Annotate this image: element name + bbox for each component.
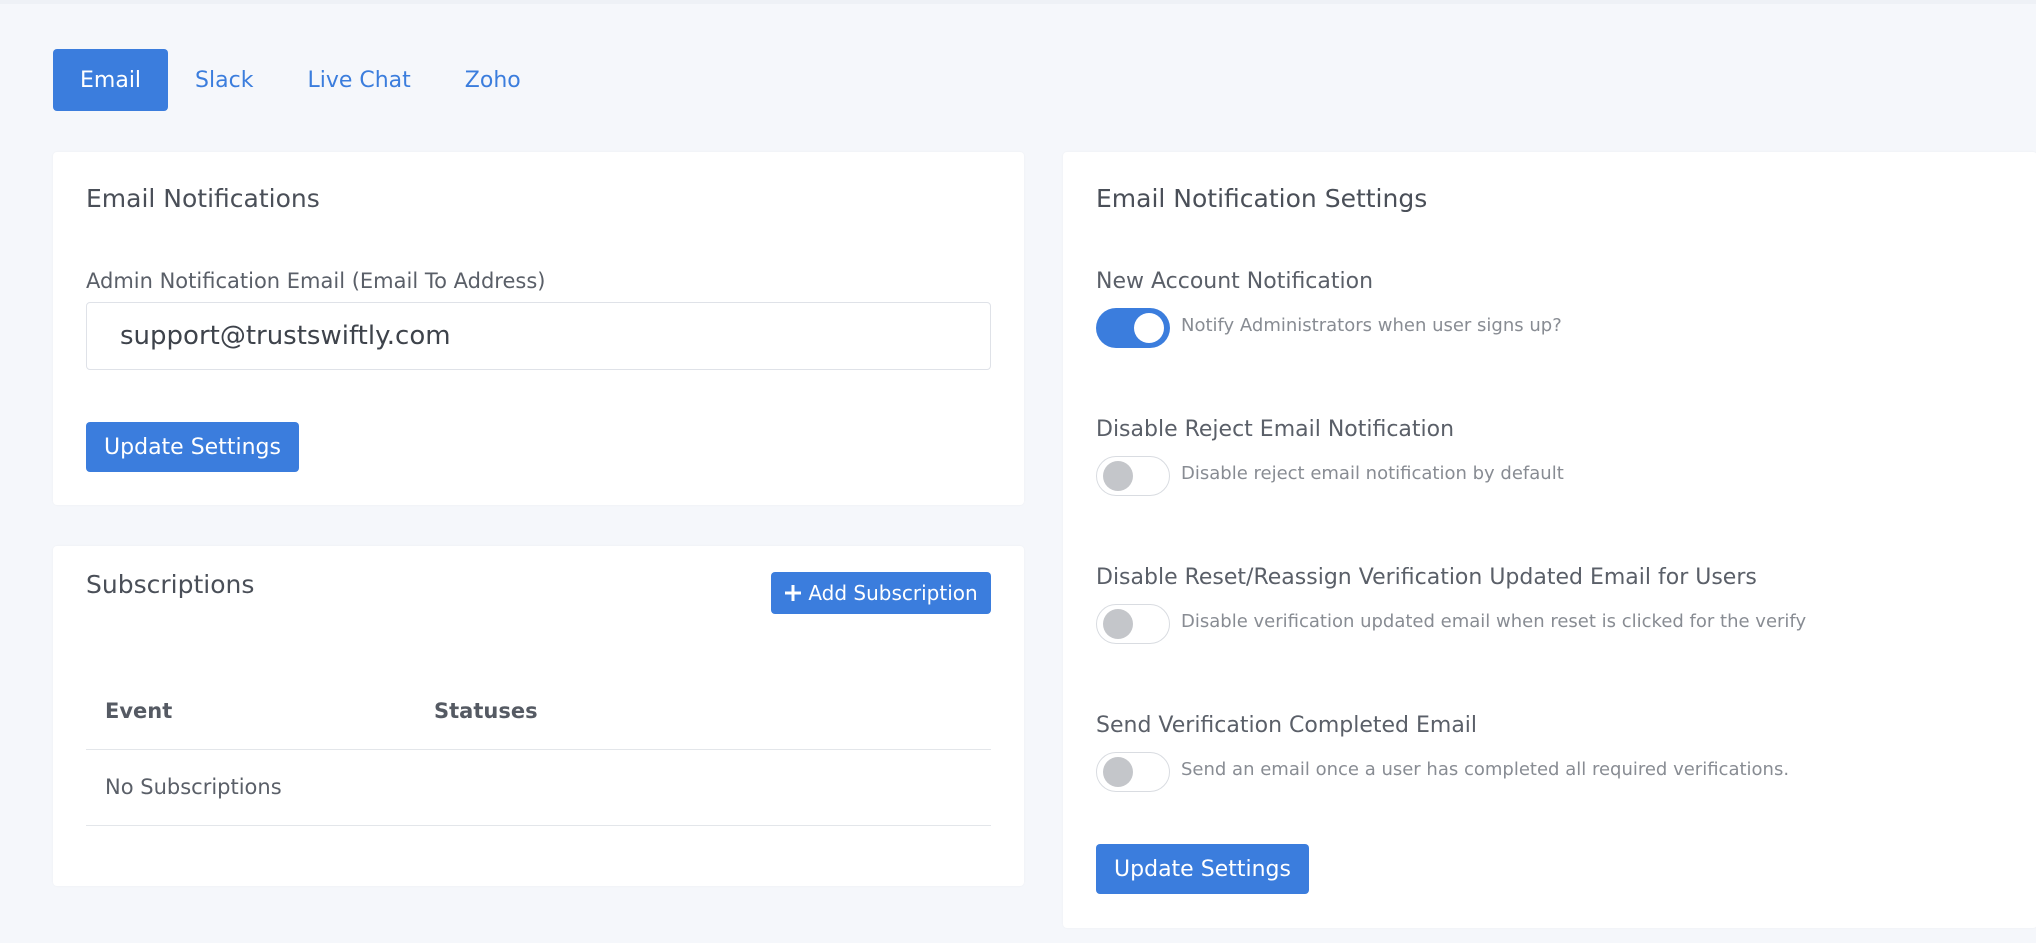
setting-disable-reset-title: Disable Reset/Reassign Verification Upda… (1096, 565, 1757, 590)
setting-verification-completed-title: Send Verification Completed Email (1096, 713, 1478, 738)
setting-disable-reset-desc: Disable verification updated email when … (1181, 611, 1807, 632)
setting-verification-completed-desc: Send an email once a user has completed … (1181, 759, 1790, 780)
new-account-notification-toggle[interactable] (1096, 308, 1170, 348)
settings-title: Email Notification Settings (1096, 184, 1428, 213)
verification-completed-email-toggle[interactable] (1096, 752, 1170, 792)
disable-reset-email-toggle[interactable] (1096, 604, 1170, 644)
column-header-statuses: Statuses (434, 699, 538, 723)
channel-tabs: Email Slack Live Chat Zoho (53, 49, 548, 111)
tab-zoho[interactable]: Zoho (438, 49, 548, 111)
update-settings-button[interactable]: Update Settings (86, 422, 299, 472)
top-band (0, 0, 2036, 4)
tab-live-chat[interactable]: Live Chat (280, 49, 437, 111)
admin-email-input[interactable]: support@trustswiftly.com (86, 302, 991, 370)
settings-update-button[interactable]: Update Settings (1096, 844, 1309, 894)
subscriptions-card: Subscriptions Add Subscription Event Sta… (53, 546, 1024, 886)
email-notification-settings-card: Email Notification Settings New Account … (1063, 152, 2036, 928)
empty-subscriptions-text: No Subscriptions (105, 775, 282, 799)
table-bottom-divider (86, 825, 991, 826)
admin-email-label: Admin Notification Email (Email To Addre… (86, 269, 546, 293)
tab-email[interactable]: Email (53, 49, 169, 111)
column-header-event: Event (105, 699, 173, 723)
table-header-divider (86, 749, 991, 750)
setting-new-account-desc: Notify Administrators when user signs up… (1181, 315, 1562, 336)
plus-icon (785, 585, 802, 601)
setting-disable-reject-title: Disable Reject Email Notification (1096, 417, 1455, 442)
subscriptions-title: Subscriptions (86, 570, 255, 599)
add-subscription-button[interactable]: Add Subscription (771, 572, 991, 614)
tab-slack[interactable]: Slack (168, 49, 280, 111)
add-subscription-label: Add Subscription (808, 581, 978, 605)
email-notifications-card: Email Notifications Admin Notification E… (53, 152, 1024, 505)
setting-new-account-title: New Account Notification (1096, 269, 1374, 294)
toggle-knob (1103, 757, 1133, 787)
setting-disable-reject-desc: Disable reject email notification by def… (1181, 463, 1564, 484)
toggle-knob (1103, 461, 1133, 491)
toggle-knob (1103, 609, 1133, 639)
toggle-knob (1134, 313, 1164, 343)
email-notifications-title: Email Notifications (86, 184, 320, 213)
disable-reject-email-toggle[interactable] (1096, 456, 1170, 496)
